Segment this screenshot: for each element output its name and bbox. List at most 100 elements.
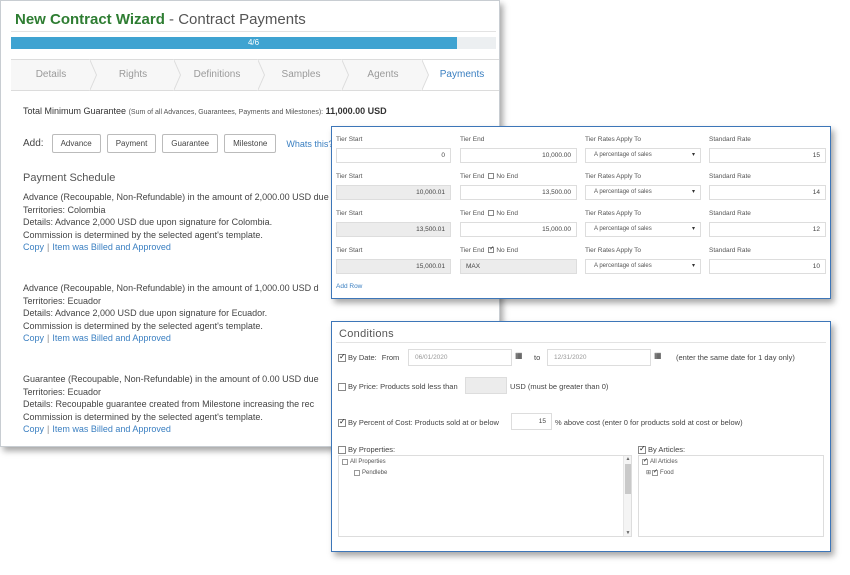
scroll-thumb[interactable] bbox=[625, 464, 631, 494]
by-date-row: By Date: From bbox=[338, 352, 399, 362]
tier-row: Tier Start 0 Tier End 10,000.00 Tier Rat… bbox=[332, 135, 830, 171]
by-articles-row: By Articles: bbox=[638, 444, 685, 454]
tree-checkbox[interactable] bbox=[652, 468, 658, 476]
tree-checkbox[interactable] bbox=[642, 457, 648, 465]
no-end-checkbox[interactable] bbox=[488, 210, 495, 217]
add-guarantee-button[interactable]: Guarantee bbox=[162, 134, 219, 153]
tree-item[interactable]: ⊞Food bbox=[646, 468, 674, 477]
by-articles-checkbox[interactable] bbox=[638, 444, 646, 454]
tier-start-input[interactable]: 13,500.01 bbox=[336, 222, 451, 237]
tier-end-label: Tier EndNo End bbox=[460, 210, 519, 217]
scroll-down-icon[interactable]: ▼ bbox=[624, 530, 632, 536]
step-details[interactable]: Details bbox=[11, 59, 97, 91]
add-payment-button[interactable]: Payment bbox=[106, 134, 157, 153]
scroll-up-icon[interactable]: ▲ bbox=[624, 456, 632, 462]
add-label: Add: bbox=[23, 138, 44, 149]
percent-input[interactable]: 15 bbox=[511, 413, 552, 430]
step-samples[interactable]: Samples bbox=[259, 59, 349, 91]
properties-list[interactable]: All Properties Pendlebe ▲ ▼ bbox=[338, 455, 632, 537]
title-divider bbox=[11, 31, 496, 32]
step-agents[interactable]: Agents bbox=[343, 59, 429, 91]
tree-item[interactable]: All Properties bbox=[342, 459, 386, 465]
tier-end-label: Tier EndNo End bbox=[460, 173, 519, 180]
tier-row: Tier Start 15,000.01 Tier EndNo End MAX … bbox=[332, 245, 830, 282]
add-advance-button[interactable]: Advance bbox=[51, 134, 101, 153]
chevron-down-icon: ▾ bbox=[691, 226, 695, 232]
chevron-down-icon: ▾ bbox=[691, 263, 695, 269]
conditions-title: Conditions bbox=[339, 328, 394, 340]
properties-scrollbar[interactable]: ▲ ▼ bbox=[623, 456, 631, 536]
billed-approved-link[interactable]: Item was Billed and Approved bbox=[52, 333, 171, 343]
standard-rate-input[interactable]: 14 bbox=[709, 185, 826, 200]
copy-link[interactable]: Copy bbox=[23, 333, 44, 343]
standard-rate-label: Standard Rate bbox=[709, 210, 751, 217]
tier-start-label: Tier Start bbox=[336, 210, 363, 217]
rates-apply-select[interactable]: A percentage of sales ▾ bbox=[585, 222, 701, 237]
step-rights[interactable]: Rights bbox=[91, 59, 181, 91]
tier-rates-panel: Tier Start 0 Tier End 10,000.00 Tier Rat… bbox=[331, 126, 831, 299]
payment-schedule-heading: Payment Schedule bbox=[23, 172, 116, 184]
standard-rate-input[interactable]: 12 bbox=[709, 222, 826, 237]
tier-start-label: Tier Start bbox=[336, 247, 363, 254]
standard-rate-input[interactable]: 10 bbox=[709, 259, 826, 274]
conditions-panel: Conditions By Date: From 06/01/2020 ▦ to… bbox=[331, 321, 831, 552]
articles-list[interactable]: All Articles ⊞Food bbox=[638, 455, 824, 537]
rates-apply-select[interactable]: A percentage of sales ▾ bbox=[585, 259, 701, 274]
tree-item[interactable]: All Articles bbox=[642, 457, 678, 465]
copy-link[interactable]: Copy bbox=[23, 424, 44, 434]
date-to-label: to bbox=[534, 353, 541, 362]
no-end-checkbox[interactable] bbox=[488, 245, 494, 254]
billed-approved-link[interactable]: Item was Billed and Approved bbox=[52, 424, 171, 434]
by-price-checkbox[interactable] bbox=[338, 382, 346, 391]
tier-end-input[interactable]: 15,000.00 bbox=[460, 222, 577, 237]
tier-start-input[interactable]: 10,000.01 bbox=[336, 185, 451, 200]
standard-rate-label: Standard Rate bbox=[709, 247, 751, 254]
by-percent-checkbox[interactable] bbox=[338, 417, 346, 427]
chevron-down-icon: ▾ bbox=[691, 152, 695, 158]
tier-end-input[interactable]: 13,500.00 bbox=[460, 185, 577, 200]
percent-note: % above cost (enter 0 for products sold … bbox=[555, 418, 743, 427]
price-input[interactable] bbox=[465, 377, 507, 394]
tier-start-input[interactable]: 0 bbox=[336, 148, 451, 163]
minimum-guarantee: Total Minimum Guarantee (Sum of all Adva… bbox=[23, 106, 387, 116]
billed-approved-link[interactable]: Item was Billed and Approved bbox=[52, 242, 171, 252]
wizard-steps: Details Rights Definitions Samples Agent… bbox=[11, 59, 499, 91]
tier-start-input[interactable]: 15,000.01 bbox=[336, 259, 451, 274]
page-title: New Contract Wizard - Contract Payments bbox=[15, 11, 306, 28]
minimum-guarantee-value: 11,000.00 USD bbox=[325, 106, 387, 116]
tier-end-input[interactable]: 10,000.00 bbox=[460, 148, 577, 163]
chevron-down-icon: ▾ bbox=[691, 189, 695, 195]
date-from-input[interactable]: 06/01/2020 bbox=[408, 349, 512, 366]
rates-apply-select[interactable]: A percentage of sales ▾ bbox=[585, 148, 701, 163]
price-note: USD (must be greater than 0) bbox=[510, 382, 609, 391]
add-row-link[interactable]: Add Row bbox=[336, 283, 362, 290]
tree-checkbox[interactable] bbox=[354, 470, 360, 476]
by-properties-checkbox[interactable] bbox=[338, 445, 346, 454]
by-percent-row: By Percent of Cost: Products sold at or … bbox=[338, 417, 499, 427]
by-price-row: By Price: Products sold less than bbox=[338, 382, 458, 391]
tier-start-label: Tier Start bbox=[336, 173, 363, 180]
by-date-checkbox[interactable] bbox=[338, 352, 346, 362]
tree-item[interactable]: Pendlebe bbox=[354, 470, 387, 476]
calendar-icon[interactable]: ▦ bbox=[515, 351, 523, 360]
no-end-checkbox[interactable] bbox=[488, 173, 495, 180]
standard-rate-input[interactable]: 15 bbox=[709, 148, 826, 163]
step-definitions[interactable]: Definitions bbox=[175, 59, 265, 91]
by-properties-row: By Properties: bbox=[338, 445, 395, 454]
tier-end-label: Tier End bbox=[460, 136, 485, 143]
expand-icon[interactable]: ⊞ bbox=[646, 469, 651, 476]
rates-apply-select[interactable]: A percentage of sales ▾ bbox=[585, 185, 701, 200]
rates-apply-label: Tier Rates Apply To bbox=[585, 210, 641, 217]
add-milestone-button[interactable]: Milestone bbox=[224, 134, 277, 153]
rates-apply-label: Tier Rates Apply To bbox=[585, 247, 641, 254]
standard-rate-label: Standard Rate bbox=[709, 173, 751, 180]
rates-apply-label: Tier Rates Apply To bbox=[585, 136, 641, 143]
whats-this-link[interactable]: Whats this? bbox=[286, 139, 333, 149]
step-payments[interactable]: Payments bbox=[423, 60, 499, 90]
add-payment-row: Add: Advance Payment Guarantee Milestone… bbox=[23, 134, 333, 153]
tree-checkbox[interactable] bbox=[342, 459, 348, 465]
calendar-icon[interactable]: ▦ bbox=[654, 351, 662, 360]
tier-end-input[interactable]: MAX bbox=[460, 259, 577, 274]
copy-link[interactable]: Copy bbox=[23, 242, 44, 252]
date-to-input[interactable]: 12/31/2020 bbox=[547, 349, 651, 366]
